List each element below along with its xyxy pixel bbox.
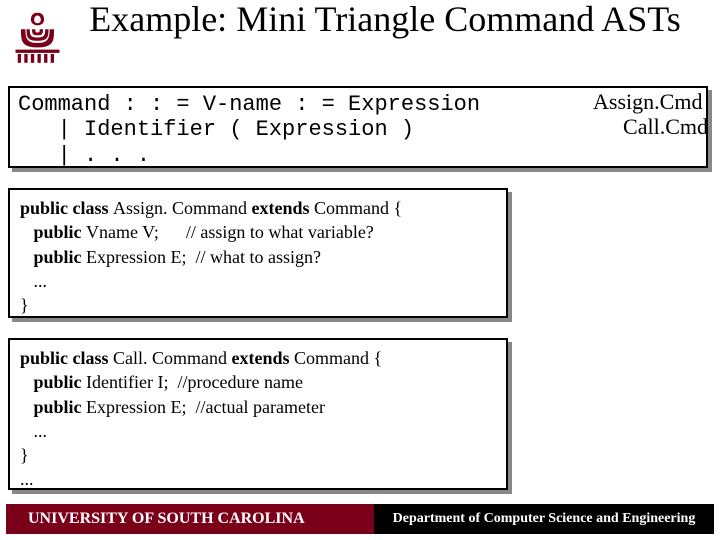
footer-university: UNIVERSITY OF SOUTH CAROLINA <box>6 504 376 534</box>
code-line: public Expression E; //actual parameter <box>20 395 496 419</box>
university-logo-icon <box>10 10 65 65</box>
code-box-assign-command: public class Assign. Command extends Com… <box>8 188 508 318</box>
code-line: } <box>20 443 496 467</box>
code-line: public Vname V; // assign to what variab… <box>20 220 496 244</box>
code-line: public Identifier I; //procedure name <box>20 370 496 394</box>
label-assign-cmd: Assign.Cmd <box>593 89 708 114</box>
grammar-production-labels: Assign.Cmd Call.Cmd <box>593 86 708 143</box>
label-call-cmd: Call.Cmd <box>593 114 708 139</box>
code-line: ... <box>20 269 496 293</box>
code-line: public class Call. Command extends Comma… <box>20 346 496 370</box>
slide-title: Example: Mini Triangle Command ASTs <box>80 0 690 40</box>
code-line: ... <box>20 467 496 491</box>
code-line: } <box>20 293 496 317</box>
grammar-line-3: | . . . <box>18 143 698 168</box>
code-line: public Expression E; // what to assign? <box>20 245 496 269</box>
slide: Example: Mini Triangle Command ASTs Comm… <box>0 0 720 540</box>
code-line: public class Assign. Command extends Com… <box>20 196 496 220</box>
code-line: ... <box>20 419 496 443</box>
footer-department: Department of Computer Science and Engin… <box>374 504 714 534</box>
code-box-call-command: public class Call. Command extends Comma… <box>8 338 508 490</box>
